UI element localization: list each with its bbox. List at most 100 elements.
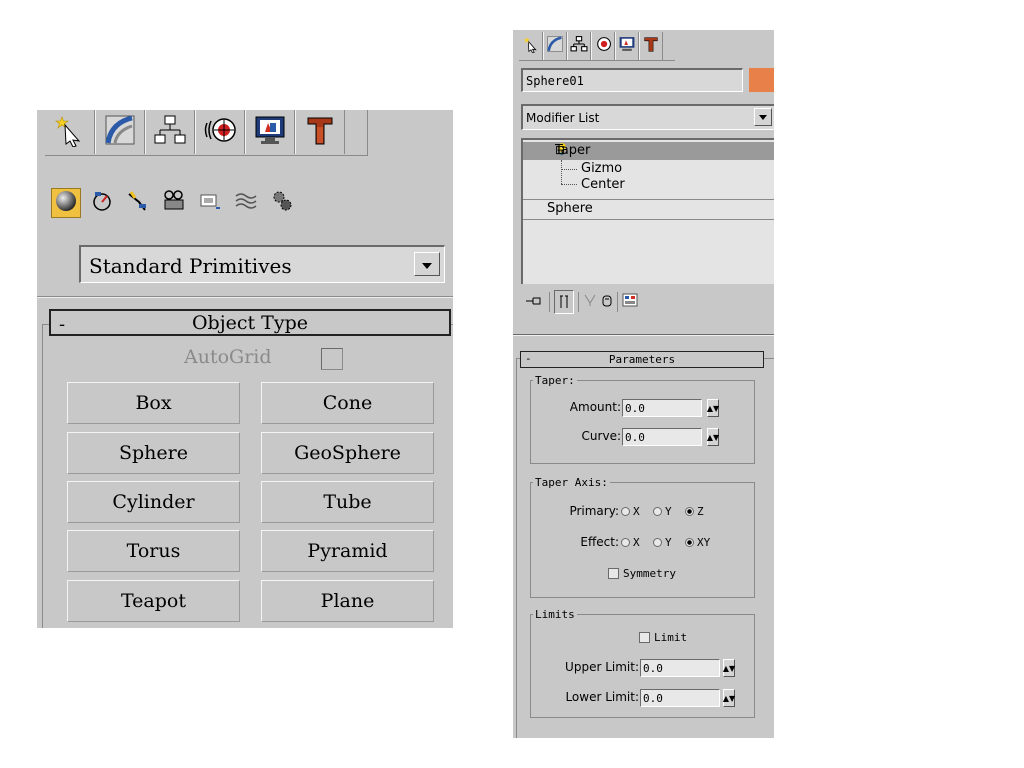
stack-item-taper-label: Taper [555,143,591,158]
effect-x-radio[interactable]: X [621,536,640,549]
upper-limit-input[interactable]: 0.0 [640,659,720,677]
stack-divider [523,199,774,200]
show-end-result-icon[interactable] [554,290,574,314]
object-type-rollout-header[interactable]: - Object Type [49,309,451,336]
utilities-tab[interactable] [295,110,345,154]
pyramid-button[interactable]: Pyramid [261,530,434,572]
category-geometry[interactable] [51,188,81,218]
motion-tab[interactable] [591,32,615,60]
geometry-icon [54,189,78,217]
category-systems[interactable] [267,188,297,218]
rollout-title: Parameters [608,353,676,366]
command-panel-tabs [519,32,663,60]
chevron-down-icon [759,110,767,124]
dropdown-value: Standard Primitives [89,254,292,278]
object-name-field[interactable]: Sphere01 [521,68,743,92]
chevron-down-icon [421,255,433,274]
lights-icon [125,188,151,218]
create-tab[interactable] [45,110,95,154]
effect-y-radio[interactable]: Y [653,536,672,549]
stack-item-taper[interactable]: 💡 ⊟ Taper [523,142,774,160]
geosphere-button[interactable]: GeoSphere [261,432,434,474]
sphere-button[interactable]: Sphere [67,432,240,474]
stack-item-gizmo[interactable]: Gizmo [581,161,622,176]
primary-z-radio[interactable]: Z [685,505,704,518]
cameras-icon [161,188,187,218]
display-tab[interactable] [245,110,295,154]
helpers-icon [197,188,223,218]
stack-item-sphere[interactable]: Sphere [547,201,593,216]
primary-x-radio[interactable]: X [621,505,640,518]
tube-button[interactable]: Tube [261,481,434,523]
systems-icon [269,188,295,218]
remove-modifier-icon[interactable] [601,293,613,311]
taper-group-label: Taper: [533,374,577,387]
modify-panel: Sphere01 Modifier List 💡 ⊟ Taper Gizmo C… [513,30,774,738]
box-button[interactable]: Box [67,382,240,424]
upper-limit-label: Upper Limit: [565,660,639,674]
toolbar-separator [578,292,579,312]
amount-input[interactable]: 0.0 [622,399,702,417]
divider-highlight [37,297,453,298]
effect-label: Effect: [580,535,619,549]
display-tab[interactable] [615,32,639,60]
parameters-rollout-header[interactable]: - Parameters [520,351,764,368]
lower-limit-input[interactable]: 0.0 [640,689,720,707]
upper-limit-spinner[interactable]: ▲▼ [723,659,735,677]
lower-limit-spinner[interactable]: ▲▼ [723,689,735,707]
cone-button[interactable]: Cone [261,382,434,424]
tab-underline [45,155,367,156]
pin-stack-icon[interactable] [523,294,545,310]
primary-label: Primary: [569,504,619,518]
teapot-button[interactable]: Teapot [67,580,240,622]
hierarchy-tab[interactable] [567,32,591,60]
cylinder-button[interactable]: Cylinder [67,481,240,523]
symmetry-checkbox[interactable]: Symmetry [608,567,676,580]
tab-end-line [367,110,368,156]
create-tab[interactable] [519,32,543,60]
category-lights[interactable] [123,188,153,218]
utilities-icon [303,113,337,151]
modifier-list-arrow-button[interactable] [754,108,772,126]
primitive-type-dropdown[interactable]: Standard Primitives [79,245,445,283]
modify-icon [103,113,137,151]
motion-icon [203,113,237,151]
limit-effect-checkbox[interactable]: Limit Effect [639,631,709,645]
tree-branch [561,184,577,185]
spinner-arrows-icon: ▲▼ [706,403,720,413]
lower-limit-label: Lower Limit: [565,690,639,704]
category-shapes[interactable] [87,188,117,218]
stack-toolbar [523,290,638,314]
object-color-swatch[interactable] [749,68,774,92]
autogrid-label: AutoGrid [184,346,272,368]
create-categories [51,188,297,218]
create-icon [522,35,540,57]
modifier-list-dropdown[interactable]: Modifier List [521,104,774,130]
category-helpers[interactable] [195,188,225,218]
utilities-tab[interactable] [639,32,663,60]
category-spacewarps[interactable] [231,188,261,218]
stack-divider [523,219,774,220]
modify-icon [546,35,564,57]
hierarchy-tab[interactable] [145,110,195,154]
torus-button[interactable]: Torus [67,530,240,572]
motion-tab[interactable] [195,110,245,154]
configure-modifier-sets-icon[interactable] [622,293,638,311]
dropdown-arrow-button[interactable] [414,252,440,276]
primary-y-radio[interactable]: Y [653,505,672,518]
spinner-arrows-icon: ▲▼ [722,663,736,673]
amount-spinner[interactable]: ▲▼ [707,399,719,417]
make-unique-icon[interactable] [583,293,597,311]
effect-xy-radio[interactable]: XY [685,536,710,549]
curve-spinner[interactable]: ▲▼ [707,428,719,446]
stack-item-center[interactable]: Center [581,177,625,192]
modify-tab[interactable] [95,110,145,154]
autogrid-checkbox[interactable] [321,348,343,370]
motion-icon [594,35,612,57]
plane-button[interactable]: Plane [261,580,434,622]
category-cameras[interactable] [159,188,189,218]
modify-tab[interactable] [543,32,567,60]
hierarchy-icon [153,113,187,151]
taper-group [530,380,755,464]
curve-input[interactable]: 0.0 [622,428,702,446]
